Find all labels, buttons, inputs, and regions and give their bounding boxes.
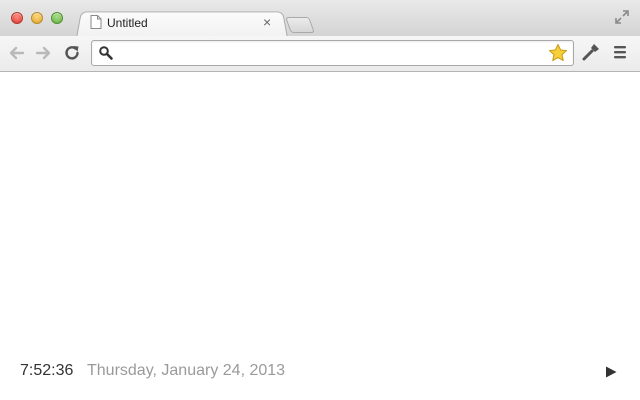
menu-icon[interactable] — [612, 44, 628, 60]
page-icon — [90, 15, 102, 29]
browser-window: Untitled × 7:52:36 Thursday, January 24,… — [0, 0, 640, 400]
toolbar — [0, 36, 640, 72]
wrench-icon[interactable] — [581, 42, 601, 62]
window-zoom-button[interactable] — [51, 12, 63, 24]
play-icon[interactable] — [604, 365, 618, 379]
forward-arrow-icon[interactable] — [33, 43, 53, 63]
window-minimize-button[interactable] — [31, 12, 43, 24]
new-tab-button[interactable] — [285, 17, 315, 33]
omnibox-input[interactable] — [118, 43, 542, 63]
tab-content: Untitled × — [90, 14, 276, 34]
window-close-button[interactable] — [11, 12, 23, 24]
clock-time: 7:52:36 — [20, 362, 74, 379]
back-arrow-icon[interactable] — [7, 43, 27, 63]
star-icon[interactable] — [548, 43, 568, 63]
omnibox[interactable] — [91, 40, 574, 66]
tab-close-icon[interactable]: × — [263, 14, 271, 30]
clock-date: Thursday, January 24, 2013 — [87, 362, 286, 379]
fullscreen-icon[interactable] — [614, 9, 630, 25]
page-content: 7:52:36 Thursday, January 24, 2013 — [0, 72, 640, 400]
reload-icon[interactable] — [62, 43, 82, 63]
search-icon — [99, 46, 113, 60]
tab-strip: Untitled × — [0, 0, 640, 38]
tab-title: Untitled — [107, 16, 148, 30]
